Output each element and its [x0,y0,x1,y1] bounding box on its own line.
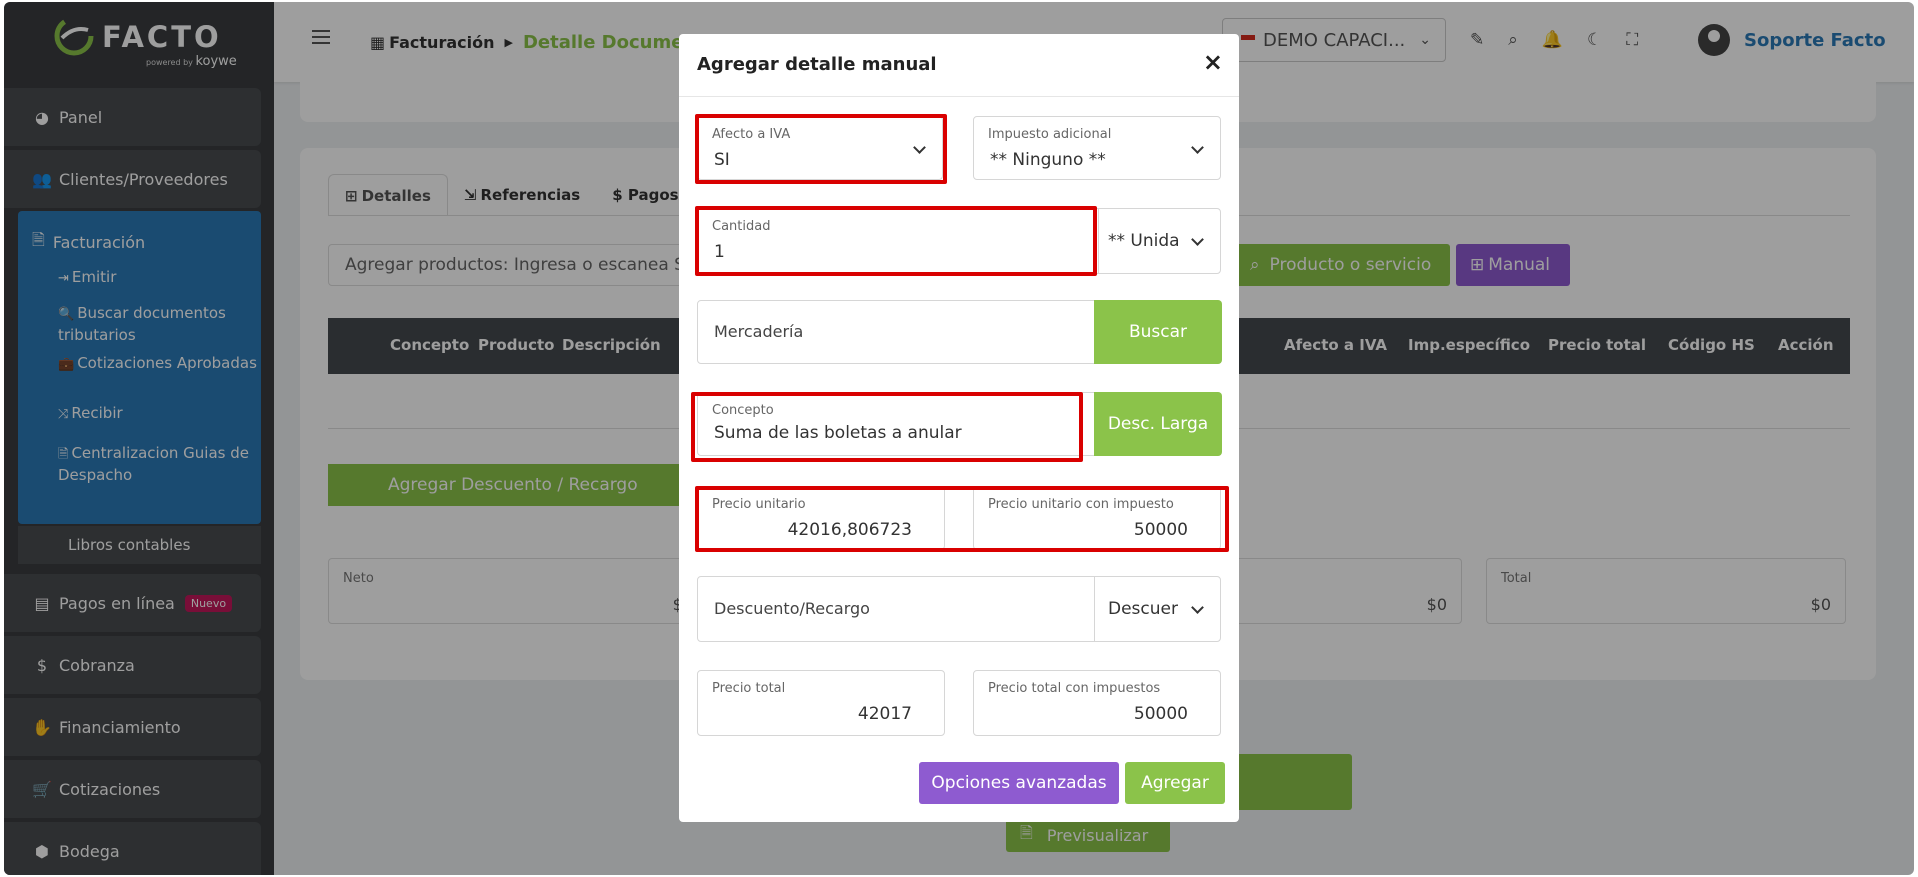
field-value: ** Ninguno ** [990,150,1106,170]
app-window: FACTO powered by koywe ◕ Panel 👥 Cliente… [4,2,1914,875]
field-label: Precio total con impuestos [988,681,1161,696]
field-placeholder: Mercadería [714,322,804,341]
chevron-down-icon [1191,233,1204,246]
button-label: Buscar [1128,322,1188,342]
button-label: Desc. Larga [1107,414,1209,434]
descuento-type-select[interactable]: Descuer [1108,599,1178,619]
highlight-box [695,486,1229,552]
add-button[interactable]: Agregar [1125,762,1225,804]
chevron-down-icon [1191,141,1204,154]
button-label: Opciones avanzadas [931,773,1107,793]
desc-larga-button[interactable]: Desc. Larga [1094,392,1222,456]
button-label: Agregar [1141,773,1209,793]
advanced-options-button[interactable]: Opciones avanzadas [919,762,1119,804]
field-value: 42017 [857,704,912,724]
modal-divider [679,96,1239,97]
highlight-box [691,392,1083,462]
impuesto-adicional-select[interactable]: Impuesto adicional ** Ninguno ** [973,116,1221,180]
modal-title: Agregar detalle manual [697,54,937,75]
field-value: 50000 [1133,704,1188,724]
chevron-down-icon [1191,601,1204,614]
buscar-button[interactable]: Buscar [1094,300,1222,364]
descuento-recargo-group: Descuento/Recargo Descuer [697,576,1221,642]
precio-total-impuestos-input[interactable]: Precio total con impuestos 50000 [973,670,1221,736]
field-label: Impuesto adicional [988,127,1112,142]
highlight-box [695,206,1097,276]
highlight-box [695,114,947,184]
precio-total-input[interactable]: Precio total 42017 [697,670,945,736]
unidad-select[interactable]: ** Unida [1108,231,1180,251]
field-label: Precio total [712,681,786,696]
descuento-recargo-input[interactable]: Descuento/Recargo [714,599,870,618]
add-manual-detail-modal: Agregar detalle manual × Afecto a IVA SI… [679,34,1239,822]
close-icon[interactable]: × [1203,48,1223,76]
